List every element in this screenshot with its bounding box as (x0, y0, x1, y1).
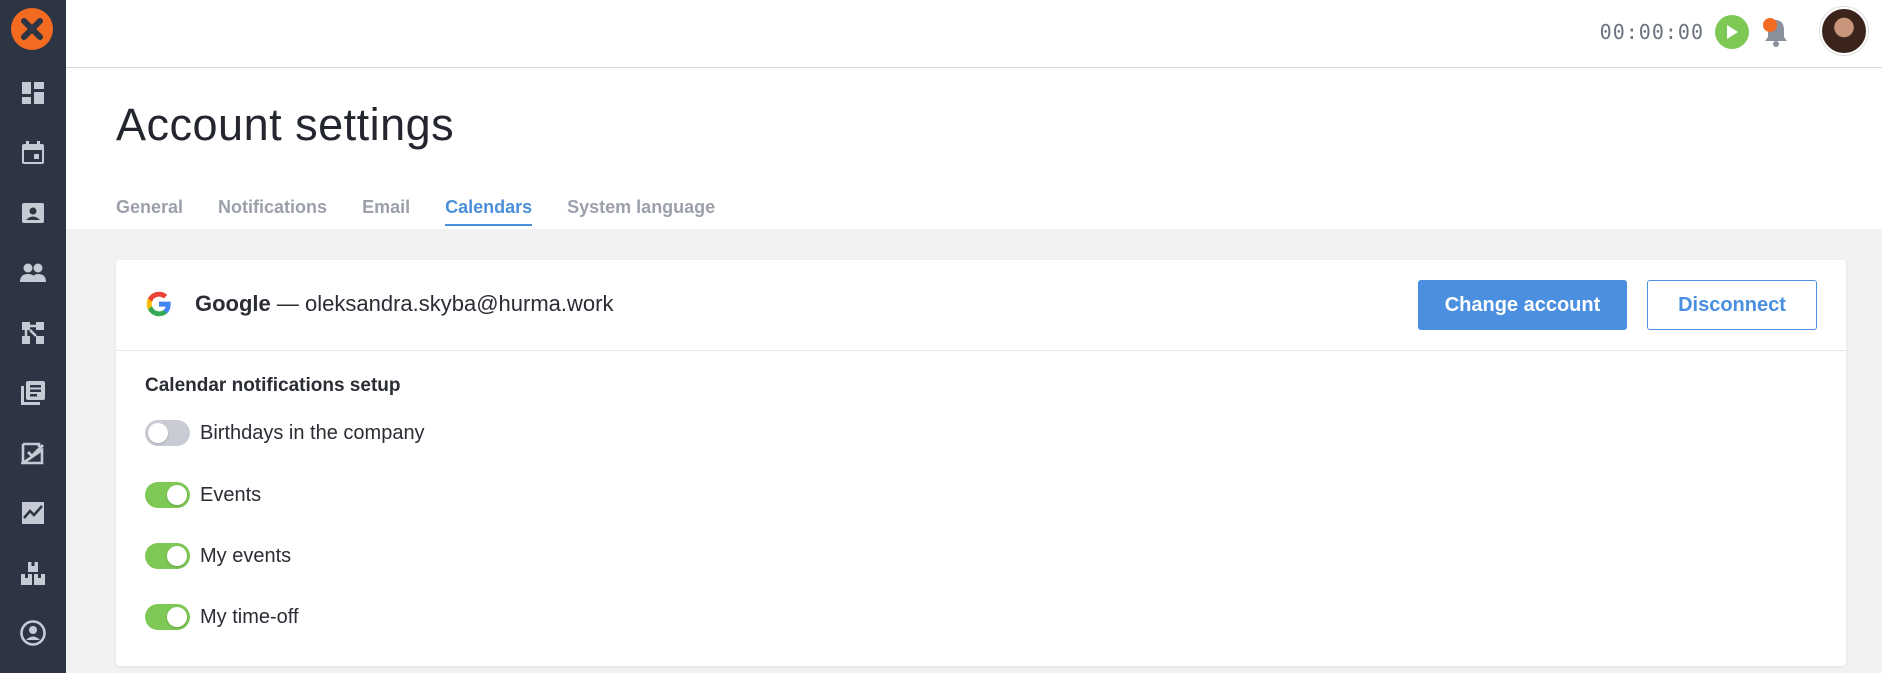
content-area: Google — oleksandra.skyba@hurma.work Cha… (66, 229, 1882, 673)
toggle-label: Birthdays in the company (200, 421, 425, 444)
tab-notifications[interactable]: Notifications (218, 196, 327, 229)
library-icon (21, 381, 45, 405)
toggle-label: Events (200, 483, 262, 506)
sidebar-item-contacts[interactable] (0, 190, 66, 236)
sidebar-item-dashboard[interactable] (0, 70, 66, 116)
sidebar-item-tasks[interactable] (0, 430, 66, 476)
connected-account-row: Google — oleksandra.skyba@hurma.work Cha… (116, 260, 1846, 351)
logo-cross-icon (21, 18, 43, 40)
topbar: 00:00:00 (66, 0, 1882, 68)
tasks-checkbox-icon (21, 442, 44, 465)
notification-indicator-badge (1763, 18, 1777, 32)
sidebar-item-structure[interactable] (0, 310, 66, 356)
calendar-icon (22, 141, 44, 164)
toggle-label: My time-off (200, 605, 299, 628)
account-provider: Google (195, 291, 271, 316)
assets-boxes-icon (21, 562, 45, 585)
events-toggle[interactable] (145, 482, 190, 508)
start-timer-button[interactable] (1715, 15, 1749, 49)
birthdays-toggle[interactable] (145, 420, 190, 446)
toggle-knob (167, 607, 187, 627)
sidebar-item-assets[interactable] (0, 550, 66, 596)
account-separator: — (270, 291, 306, 316)
notification-row-my-time-off: My time-off (145, 603, 299, 631)
sidebar (0, 0, 66, 673)
dashboard-icon (22, 82, 44, 104)
page-title: Account settings (116, 99, 455, 150)
sidebar-item-calendar[interactable] (0, 130, 66, 176)
time-tracker-display: 00:00:00 (1599, 20, 1704, 44)
toggle-knob (148, 423, 168, 443)
toggle-knob (167, 546, 187, 566)
disconnect-button[interactable]: Disconnect (1647, 280, 1817, 330)
google-logo-icon (146, 291, 171, 317)
profile-icon (20, 620, 46, 646)
page-header: Account settings General Notifications E… (66, 69, 1882, 229)
notification-row-events: Events (145, 481, 261, 509)
toggle-knob (167, 485, 187, 505)
contact-card-icon (22, 203, 44, 223)
toggle-label: My events (200, 544, 292, 567)
tab-email[interactable]: Email (362, 196, 410, 229)
settings-tabs: General Notifications Email Calendars Sy… (116, 196, 750, 229)
notification-row-birthdays: Birthdays in the company (145, 419, 425, 447)
section-title: Calendar notifications setup (145, 375, 401, 396)
analytics-chart-icon (22, 502, 44, 524)
user-avatar[interactable] (1820, 7, 1868, 55)
tab-system-language[interactable]: System language (567, 196, 715, 229)
notification-row-my-events: My events (145, 542, 291, 570)
change-account-button[interactable]: Change account (1418, 280, 1627, 330)
play-icon (1727, 25, 1738, 39)
account-email: oleksandra.skyba@hurma.work (305, 291, 614, 316)
connected-account-label: Google — oleksandra.skyba@hurma.work (195, 291, 613, 317)
org-structure-icon (22, 322, 44, 344)
sidebar-item-employees[interactable] (0, 250, 66, 296)
people-icon (20, 263, 46, 282)
sidebar-item-profile[interactable] (0, 610, 66, 656)
sidebar-item-library[interactable] (0, 370, 66, 416)
app-logo[interactable] (11, 8, 53, 50)
tab-calendars[interactable]: Calendars (445, 196, 533, 229)
notifications-button[interactable] (1761, 16, 1791, 48)
my-time-off-toggle[interactable] (145, 604, 190, 630)
calendar-settings-card: Google — oleksandra.skyba@hurma.work Cha… (116, 260, 1846, 666)
tab-general[interactable]: General (116, 196, 183, 229)
sidebar-item-analytics[interactable] (0, 490, 66, 536)
my-events-toggle[interactable] (145, 543, 190, 569)
